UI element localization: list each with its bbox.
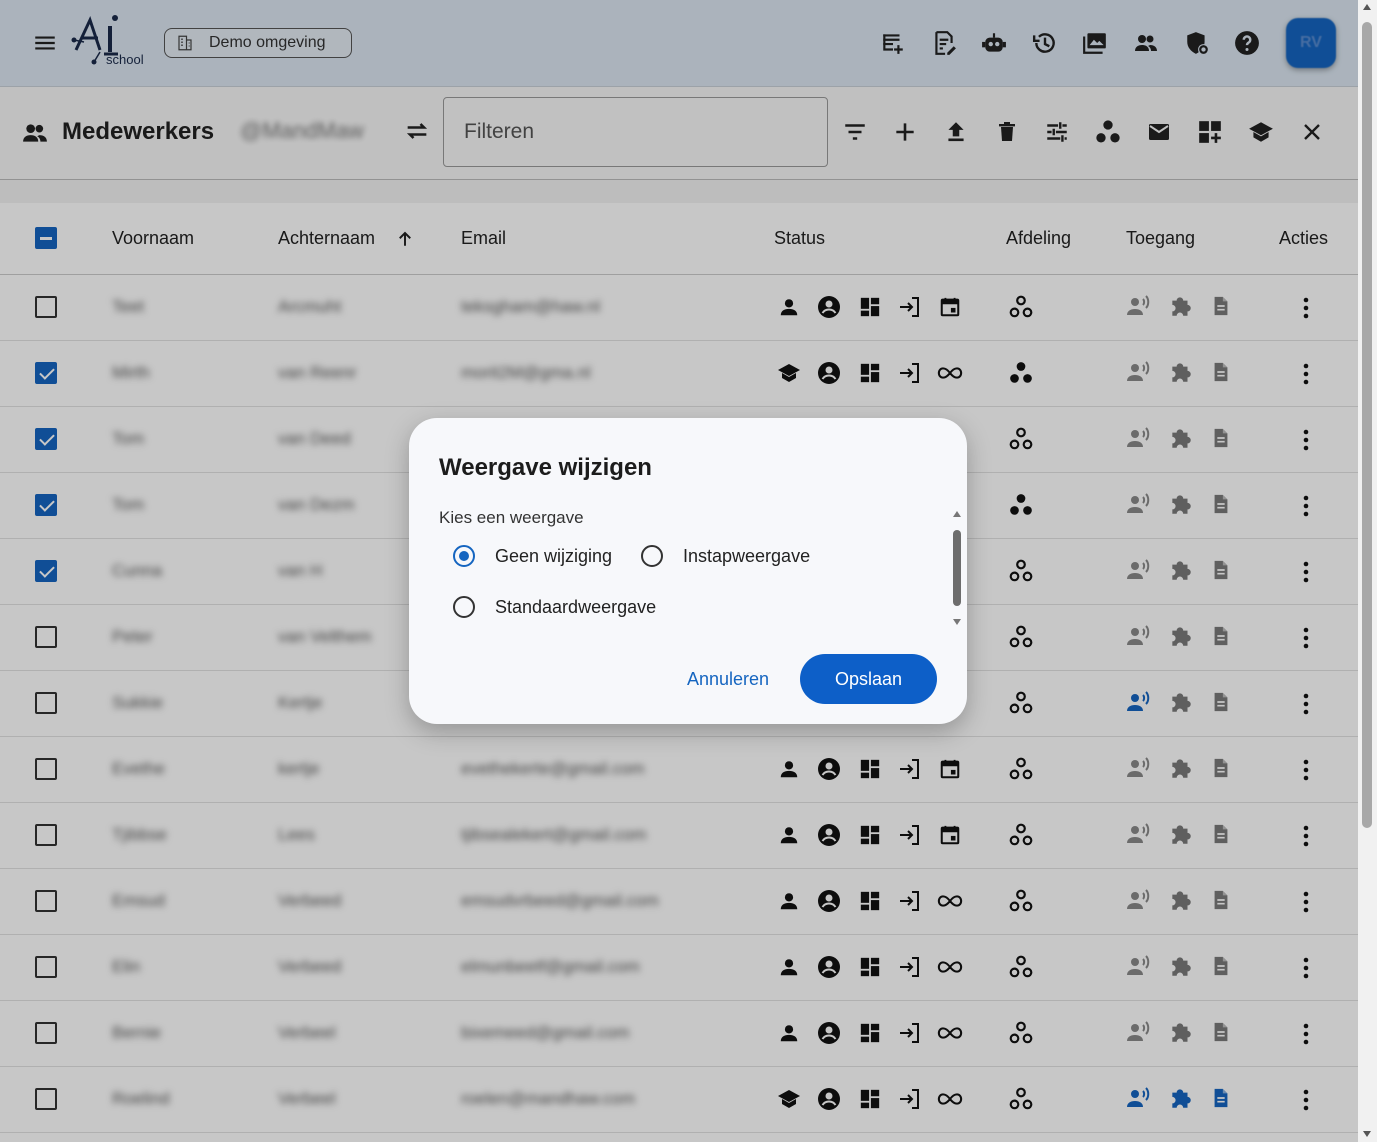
dialog-scrollbar-thumb[interactable]	[953, 530, 961, 606]
radio-instapweergave[interactable]	[641, 545, 663, 567]
cancel-button[interactable]: Annuleren	[677, 659, 779, 699]
radio-label-standaardweergave[interactable]: Standaardweergave	[495, 597, 656, 618]
radio-standaardweergave[interactable]	[453, 596, 475, 618]
radio-label-instapweergave[interactable]: Instapweergave	[683, 546, 810, 567]
radio-geen-wijziging[interactable]	[453, 545, 475, 567]
dialog-subtitle: Kies een weergave	[439, 508, 584, 527]
radio-label-geen-wijziging[interactable]: Geen wijziging	[495, 546, 612, 567]
page-scrollbar-thumb[interactable]	[1362, 22, 1372, 828]
save-button[interactable]: Opslaan	[800, 654, 937, 704]
dialog-title: Weergave wijzigen	[439, 454, 652, 481]
change-view-dialog: Weergave wijzigen Kies een weergave Geen…	[409, 418, 967, 724]
